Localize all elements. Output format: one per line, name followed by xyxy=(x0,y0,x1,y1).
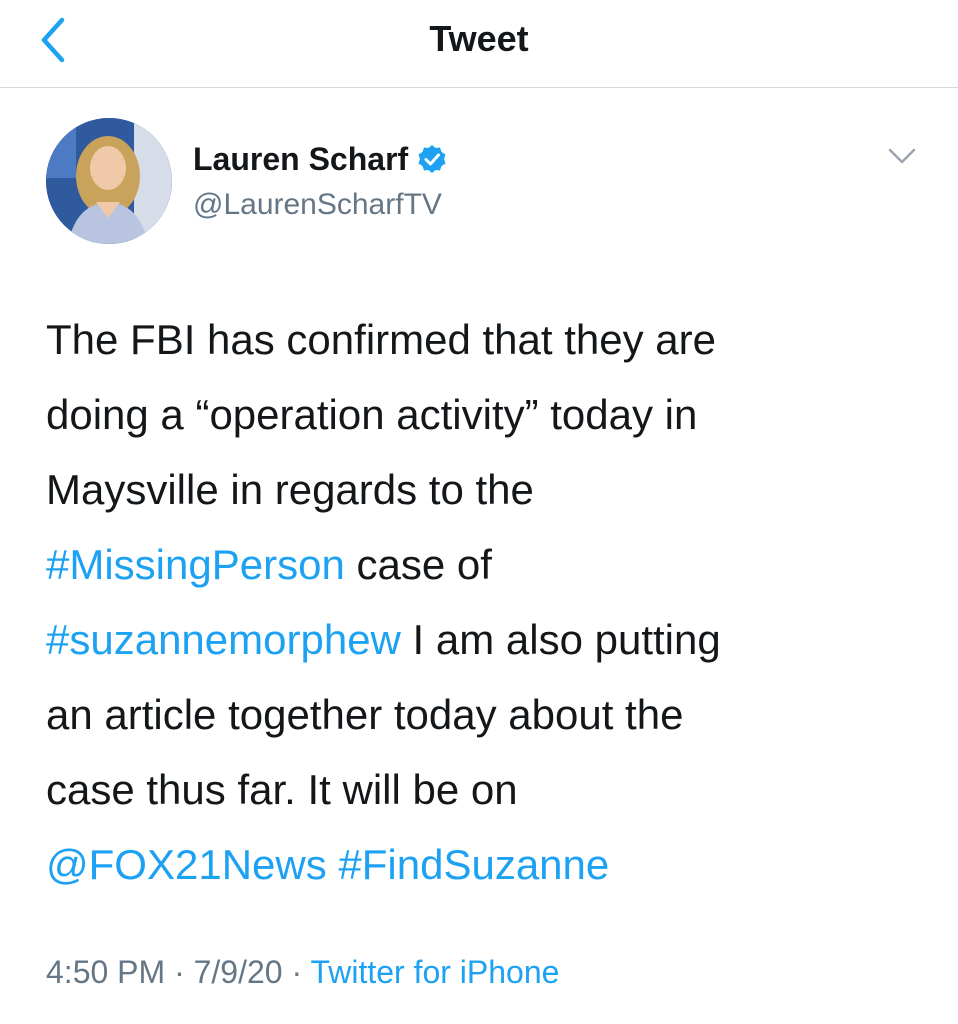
tweet-text-fragment: case of xyxy=(344,541,492,588)
tweet-time: 4:50 PM xyxy=(46,954,166,990)
meta-separator: · xyxy=(282,954,311,990)
hashtag-link[interactable]: #FindSuzanne xyxy=(338,841,609,888)
tweet-text-fragment xyxy=(327,841,339,888)
hashtag-link[interactable]: #suzannemorphew xyxy=(46,616,401,663)
tweet-text-line: case thus far. It will be on xyxy=(46,766,518,813)
tweet-text-fragment: I am also putting xyxy=(400,616,721,663)
hashtag-link[interactable]: #MissingPerson xyxy=(46,541,345,588)
tweet-text-line: #MissingPerson case of xyxy=(46,527,926,602)
meta-separator: · xyxy=(165,954,194,990)
chevron-down-icon xyxy=(888,148,916,164)
tweet-text-line: an article together today about the xyxy=(46,691,684,738)
tweet-text-line: Maysville in regards to the xyxy=(46,466,534,513)
tweet-date: 7/9/20 xyxy=(193,954,283,990)
avatar-image xyxy=(46,118,172,244)
author-name-row: Lauren Scharf xyxy=(193,138,448,180)
avatar[interactable] xyxy=(46,118,172,244)
author-name[interactable]: Lauren Scharf xyxy=(193,141,408,178)
author-handle[interactable]: @LaurenScharfTV xyxy=(193,188,442,222)
tweet-text-line: The FBI has confirmed that they are xyxy=(46,316,716,363)
tweet-text-line: @FOX21News #FindSuzanne xyxy=(46,827,926,902)
tweet-text: The FBI has confirmed that they are doin… xyxy=(46,302,926,902)
tweet-text-line: doing a “operation activity” today in xyxy=(46,391,698,438)
verified-badge-icon xyxy=(418,145,446,173)
tweet-options-button[interactable] xyxy=(886,144,918,168)
tweet-source-link[interactable]: Twitter for iPhone xyxy=(310,954,559,990)
page-title: Tweet xyxy=(429,18,529,59)
tweet-text-line: #suzannemorphew I am also putting xyxy=(46,602,926,677)
mention-link[interactable]: @FOX21News xyxy=(46,841,327,888)
top-navigation-bar: Tweet xyxy=(0,0,958,88)
tweet-metadata: 4:50 PM · 7/9/20 · Twitter for iPhone xyxy=(46,954,559,991)
